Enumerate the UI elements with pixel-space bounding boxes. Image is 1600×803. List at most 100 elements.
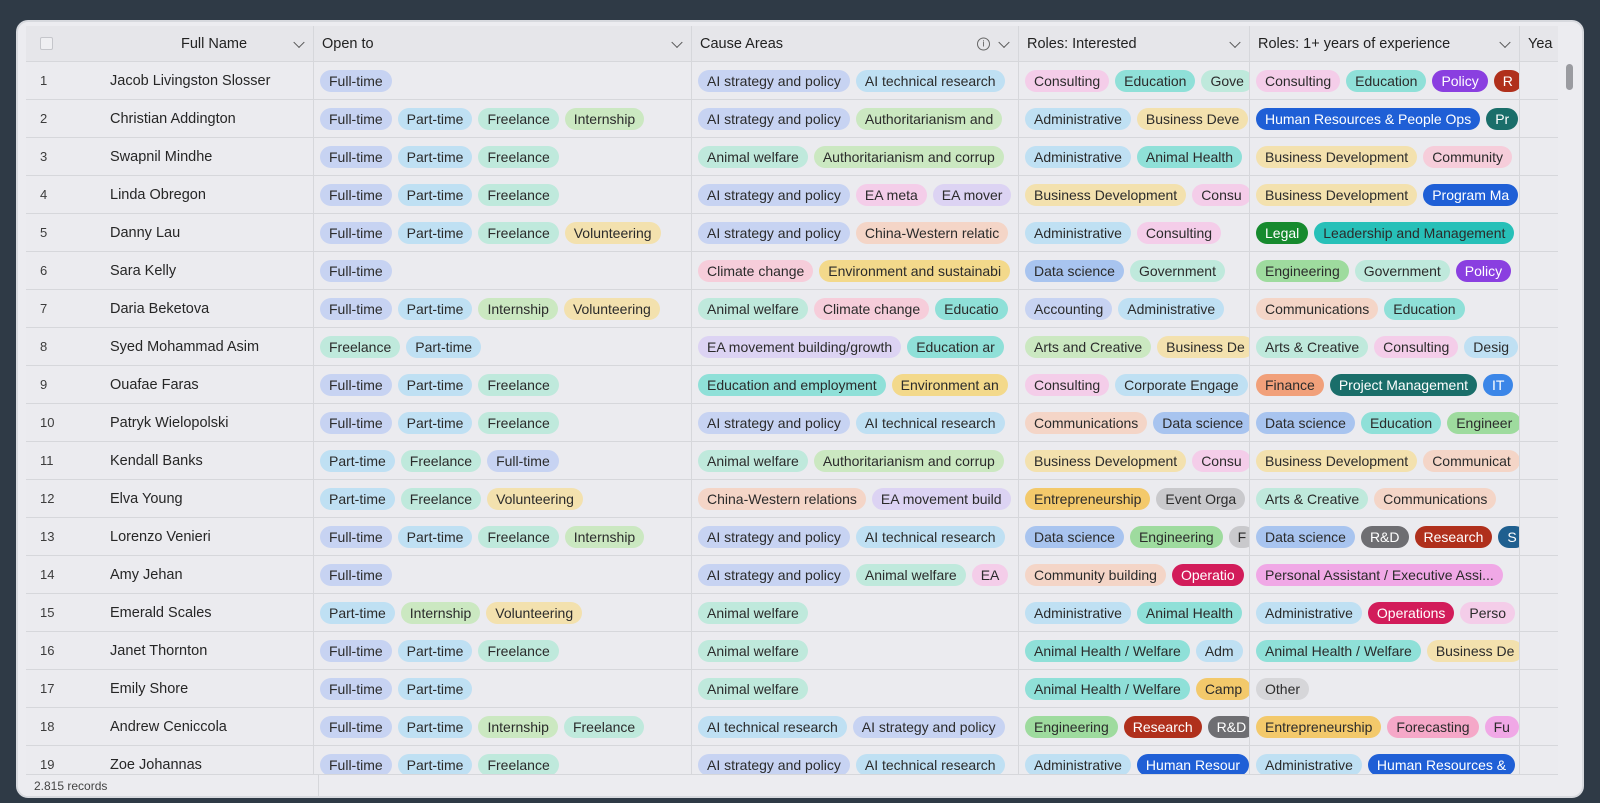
cell-year[interactable] (1520, 100, 1558, 137)
info-icon[interactable]: i (977, 37, 990, 50)
cell-full-name[interactable]: Lorenzo Venieri (96, 518, 314, 555)
cell-roles-interested[interactable]: Animal Health / Welfare Adm (1019, 632, 1250, 669)
cell-year[interactable] (1520, 518, 1558, 555)
cell-cause-areas[interactable]: AI strategy and policy China-Western rela… (692, 214, 1019, 251)
table-row[interactable]: 1 Jacob Livingston Slosser Full-time AI str… (26, 62, 1558, 100)
select-all-cell[interactable] (26, 26, 96, 61)
cell-cause-areas[interactable]: Climate change Environment and sustainabi (692, 252, 1019, 289)
cell-roles-experience[interactable]: Consulting Education Policy R (1250, 62, 1520, 99)
cell-full-name[interactable]: Emerald Scales (96, 594, 314, 631)
cell-roles-experience[interactable]: Arts & Creative Communications (1250, 480, 1520, 517)
cell-year[interactable] (1520, 556, 1558, 593)
cell-roles-experience[interactable]: Legal Leadership and Management (1250, 214, 1520, 251)
cell-open-to[interactable]: Full-time Part-time Internship Volunteering (314, 290, 692, 327)
cell-full-name[interactable]: Jacob Livingston Slosser (96, 62, 314, 99)
cell-roles-experience[interactable]: Personal Assistant / Executive Assi... (1250, 556, 1520, 593)
table-row[interactable]: 4 Linda Obregon Full-time Part-time Freelanc… (26, 176, 1558, 214)
checkbox-icon[interactable] (40, 37, 53, 50)
cell-roles-interested[interactable]: Consulting Corporate Engage (1019, 366, 1250, 403)
column-header-open-to[interactable]: Open to (314, 26, 692, 61)
chevron-down-icon[interactable] (998, 36, 1010, 48)
cell-open-to[interactable]: Full-time (314, 556, 692, 593)
cell-year[interactable] (1520, 176, 1558, 213)
vertical-scrollbar[interactable] (1562, 52, 1576, 778)
cell-full-name[interactable]: Ouafae Faras (96, 366, 314, 403)
cell-full-name[interactable]: Syed Mohammad Asim (96, 328, 314, 365)
cell-open-to[interactable]: Freelance Part-time (314, 328, 692, 365)
cell-roles-experience[interactable]: Business Development Program Ma (1250, 176, 1520, 213)
table-row[interactable]: 5 Danny Lau Full-time Part-time Freelance Vol… (26, 214, 1558, 252)
cell-year[interactable] (1520, 290, 1558, 327)
cell-open-to[interactable]: Full-time Part-time Internship Freelance (314, 708, 692, 745)
cell-open-to[interactable]: Full-time Part-time Freelance (314, 176, 692, 213)
cell-roles-interested[interactable]: Engineering Research R&D (1019, 708, 1250, 745)
table-row[interactable]: 12 Elva Young Part-time Freelance Volunteeri… (26, 480, 1558, 518)
column-header-cause-areas[interactable]: Cause Areas i (692, 26, 1019, 61)
cell-year[interactable] (1520, 594, 1558, 631)
cell-year[interactable] (1520, 632, 1558, 669)
cell-year[interactable] (1520, 138, 1558, 175)
cell-cause-areas[interactable]: Animal welfare Authoritarianism and corru… (692, 442, 1019, 479)
cell-full-name[interactable]: Christian Addington (96, 100, 314, 137)
column-header-year[interactable]: Yea (1520, 26, 1558, 61)
scrollbar-thumb[interactable] (1566, 64, 1573, 90)
cell-full-name[interactable]: Janet Thornton (96, 632, 314, 669)
cell-cause-areas[interactable]: Education and employment Environment an (692, 366, 1019, 403)
cell-roles-interested[interactable]: Accounting Administrative (1019, 290, 1250, 327)
column-header-full-name[interactable]: Full Name (96, 26, 314, 61)
cell-open-to[interactable]: Full-time Part-time Freelance (314, 404, 692, 441)
cell-roles-experience[interactable]: Administrative Operations Perso (1250, 594, 1520, 631)
cell-roles-interested[interactable]: Animal Health / Welfare Camp (1019, 670, 1250, 707)
cell-full-name[interactable]: Elva Young (96, 480, 314, 517)
column-header-roles-interested[interactable]: Roles: Interested (1019, 26, 1250, 61)
table-row[interactable]: 14 Amy Jehan Full-time AI strategy and poli… (26, 556, 1558, 594)
cell-cause-areas[interactable]: Animal welfare Climate change Educatio (692, 290, 1019, 327)
cell-cause-areas[interactable]: AI strategy and policy EA meta EA mover (692, 176, 1019, 213)
cell-full-name[interactable]: Kendall Banks (96, 442, 314, 479)
cell-full-name[interactable]: Patryk Wielopolski (96, 404, 314, 441)
table-row[interactable]: 13 Lorenzo Venieri Full-time Part-time Freel… (26, 518, 1558, 556)
table-row[interactable]: 3 Swapnil Mindhe Full-time Part-time Freelan… (26, 138, 1558, 176)
table-row[interactable]: 18 Andrew Ceniccola Full-time Part-time Inte… (26, 708, 1558, 746)
cell-roles-experience[interactable]: Animal Health / Welfare Business De (1250, 632, 1520, 669)
table-row[interactable]: 16 Janet Thornton Full-time Part-time Freela… (26, 632, 1558, 670)
cell-open-to[interactable]: Full-time Part-time Freelance (314, 366, 692, 403)
cell-roles-experience[interactable]: Other (1250, 670, 1520, 707)
cell-open-to[interactable]: Full-time Part-time Freelance Internship (314, 100, 692, 137)
cell-roles-interested[interactable]: Administrative Consulting (1019, 214, 1250, 251)
cell-full-name[interactable]: Emily Shore (96, 670, 314, 707)
table-row[interactable]: 15 Emerald Scales Part-time Internship Volun… (26, 594, 1558, 632)
cell-open-to[interactable]: Full-time Part-time Freelance Volunteering (314, 214, 692, 251)
cell-cause-areas[interactable]: AI strategy and policy AI technical resea… (692, 518, 1019, 555)
cell-cause-areas[interactable]: AI technical research AI strategy and pol… (692, 708, 1019, 745)
cell-roles-experience[interactable]: Engineering Government Policy (1250, 252, 1520, 289)
cell-open-to[interactable]: Full-time Part-time Freelance (314, 138, 692, 175)
cell-open-to[interactable]: Full-time (314, 252, 692, 289)
cell-cause-areas[interactable]: AI strategy and policy Animal welfare EA (692, 556, 1019, 593)
table-row[interactable]: 2 Christian Addington Full-time Part-time Fr… (26, 100, 1558, 138)
cell-roles-interested[interactable]: Business Development Consu (1019, 442, 1250, 479)
cell-roles-interested[interactable]: Business Development Consu (1019, 176, 1250, 213)
cell-roles-interested[interactable]: Arts and Creative Business De (1019, 328, 1250, 365)
cell-open-to[interactable]: Part-time Freelance Volunteering (314, 480, 692, 517)
cell-roles-experience[interactable]: Data science R&D Research S (1250, 518, 1520, 555)
cell-full-name[interactable]: Swapnil Mindhe (96, 138, 314, 175)
table-row[interactable]: 10 Patryk Wielopolski Full-time Part-time Fr… (26, 404, 1558, 442)
cell-full-name[interactable]: Danny Lau (96, 214, 314, 251)
table-row[interactable]: 17 Emily Shore Full-time Part-time Animal we… (26, 670, 1558, 708)
chevron-down-icon[interactable] (671, 36, 683, 48)
table-row[interactable]: 7 Daria Beketova Full-time Part-time Interns… (26, 290, 1558, 328)
cell-cause-areas[interactable]: AI strategy and policy AI technical resea… (692, 404, 1019, 441)
cell-cause-areas[interactable]: Animal welfare (692, 632, 1019, 669)
cell-cause-areas[interactable]: Animal welfare (692, 594, 1019, 631)
cell-roles-interested[interactable]: Data science Government (1019, 252, 1250, 289)
cell-roles-interested[interactable]: Communications Data science (1019, 404, 1250, 441)
table-row[interactable]: 8 Syed Mohammad Asim Freelance Part-time EA … (26, 328, 1558, 366)
cell-cause-areas[interactable]: China-Western relations EA movement build (692, 480, 1019, 517)
cell-roles-experience[interactable]: Finance Project Management IT (1250, 366, 1520, 403)
cell-roles-interested[interactable]: Community building Operatio (1019, 556, 1250, 593)
cell-roles-interested[interactable]: Entrepreneurship Event Orga (1019, 480, 1250, 517)
cell-open-to[interactable]: Full-time Part-time (314, 670, 692, 707)
cell-roles-interested[interactable]: Data science Engineering F (1019, 518, 1250, 555)
column-header-roles-experience[interactable]: Roles: 1+ years of experience (1250, 26, 1520, 61)
